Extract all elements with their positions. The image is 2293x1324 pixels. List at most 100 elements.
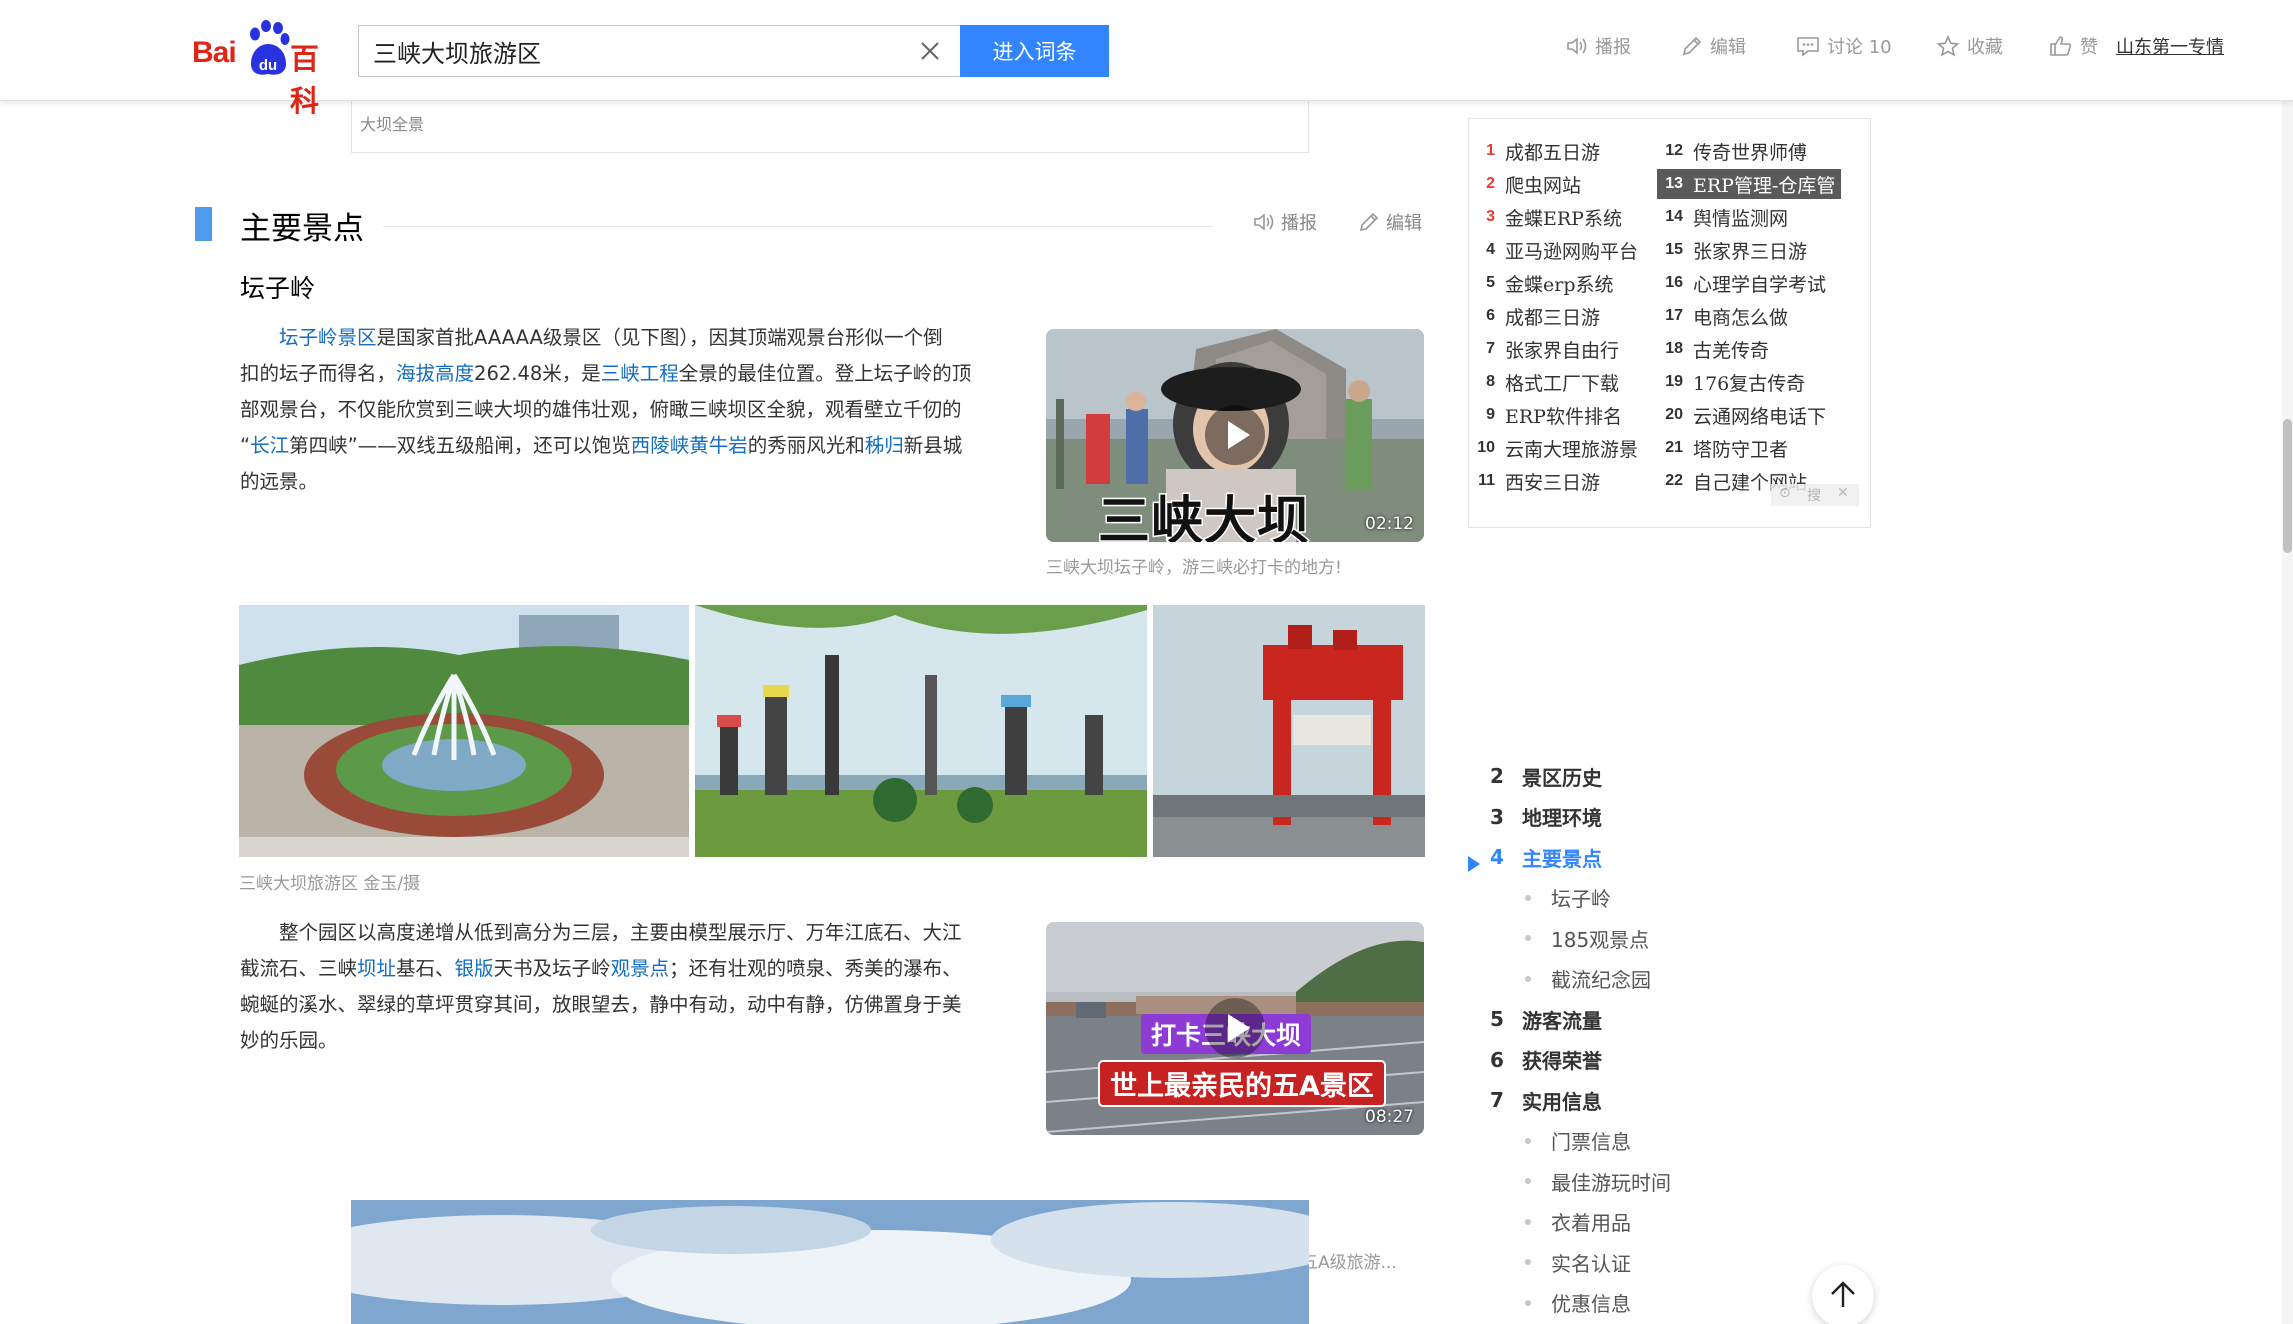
toc-section-item[interactable]: 7 实用信息 bbox=[1468, 1084, 1602, 1116]
bullet-icon bbox=[1525, 894, 1531, 901]
toc-subsection-item[interactable]: 实名认证 bbox=[1525, 1246, 1631, 1278]
toc-section-item[interactable]: 2 景区历史 bbox=[1468, 760, 1602, 792]
toc-section-item[interactable]: 5 游客流量 bbox=[1468, 1003, 1602, 1035]
hot-search-rank: 13 bbox=[1665, 175, 1683, 192]
toc-subsection-item[interactable]: 门票信息 bbox=[1525, 1125, 1631, 1157]
hot-search-item[interactable]: 4 亚马逊网购平台 bbox=[1469, 235, 1638, 265]
scrollbar[interactable] bbox=[2282, 101, 2293, 1324]
hot-search-item[interactable]: 17 电商怎么做 bbox=[1657, 301, 1788, 331]
toc-label: 优惠信息 bbox=[1551, 1292, 1631, 1316]
ad-close-icon[interactable]: ✕ bbox=[1837, 485, 1849, 501]
sky-image[interactable] bbox=[351, 1200, 1309, 1324]
hot-search-item[interactable]: 20 云通网络电话下 bbox=[1657, 400, 1826, 430]
discuss-label: 讨论 10 bbox=[1827, 37, 1892, 58]
link-yangtze[interactable]: 长江 bbox=[250, 434, 289, 457]
toc-subsection-item[interactable]: 坛子岭 bbox=[1525, 882, 1611, 914]
section-broadcast-button[interactable]: 播报 bbox=[1253, 209, 1317, 235]
toc-section-item[interactable]: 3 地理环境 bbox=[1468, 801, 1602, 833]
hot-search-item[interactable]: 18 古羌传奇 bbox=[1657, 334, 1769, 364]
toc-label: 游客流量 bbox=[1522, 1008, 1602, 1033]
paragraph-line: 妙的乐园。 bbox=[240, 1029, 338, 1052]
search-input[interactable] bbox=[373, 26, 893, 76]
paragraph-line: “长江第四峡”——双线五级船闸，还可以饱览西陵峡黄牛岩的秀丽风光和秭归新县城 bbox=[240, 428, 1020, 464]
like-button[interactable]: 赞 bbox=[2049, 30, 2098, 62]
hot-search-text: 格式工厂下载 bbox=[1505, 372, 1620, 395]
link-zigui[interactable]: 秭归 bbox=[865, 434, 904, 457]
toc-number: 6 bbox=[1490, 1047, 1504, 1072]
link-three-gorges-project[interactable]: 三峡工程 bbox=[601, 362, 679, 385]
text: 天书及坛子岭 bbox=[493, 957, 611, 980]
gallery-image-crane[interactable] bbox=[1153, 605, 1425, 857]
hot-search-rank: 4 bbox=[1486, 241, 1495, 258]
hot-search-item[interactable]: 6 成都三日游 bbox=[1469, 301, 1600, 331]
link-silver-tablet[interactable]: 银版 bbox=[455, 957, 494, 980]
hot-search-item[interactable]: 14 舆情监测网 bbox=[1657, 202, 1788, 232]
special-link[interactable]: 山东第一专情 bbox=[2116, 30, 2224, 62]
baidu-baike-logo[interactable]: Bai du 百科 bbox=[192, 18, 342, 118]
link-viewpoint[interactable]: 观景点 bbox=[611, 957, 670, 980]
hot-search-item[interactable]: 1 成都五日游 bbox=[1469, 136, 1600, 166]
video-player-1[interactable]: 三峡大坝 02:12 bbox=[1046, 329, 1424, 542]
section-marker bbox=[195, 207, 212, 241]
section-broadcast-label: 播报 bbox=[1281, 213, 1317, 234]
hot-search-item[interactable]: 2 爬虫网站 bbox=[1469, 169, 1581, 199]
toc-section-item[interactable]: 6 获得荣誉 bbox=[1468, 1044, 1602, 1076]
toc-subsection-item[interactable]: 优惠信息 bbox=[1525, 1287, 1631, 1319]
toc-subsection-item[interactable]: 185观景点 bbox=[1525, 922, 1649, 954]
hot-search-item[interactable]: 13 ERP管理-仓库管 bbox=[1657, 169, 1842, 199]
discuss-button[interactable]: 讨论 10 bbox=[1796, 30, 1892, 62]
video-overlay-bottom: 世上最亲民的五A景区 bbox=[1098, 1060, 1386, 1107]
section-edit-button[interactable]: 编辑 bbox=[1358, 209, 1422, 235]
link-huangniu-rock[interactable]: 西陵峡黄牛岩 bbox=[631, 434, 748, 457]
toc-section-item[interactable]: 4 主要景点 bbox=[1468, 841, 1602, 873]
broadcast-button[interactable]: 播报 bbox=[1566, 30, 1631, 62]
scrollbar-thumb[interactable] bbox=[2283, 419, 2292, 553]
hot-search-item[interactable]: 3 金蝶ERP系统 bbox=[1469, 202, 1622, 232]
hot-search-text: 云通网络电话下 bbox=[1693, 405, 1827, 428]
hot-search-text: 舆情监测网 bbox=[1693, 207, 1789, 230]
hot-search-text: 西安三日游 bbox=[1505, 471, 1601, 494]
ad-info-icon[interactable]: ⊙ bbox=[1779, 485, 1791, 501]
gallery-image-fountain[interactable] bbox=[239, 605, 689, 857]
back-to-top-button[interactable] bbox=[1812, 1265, 1874, 1324]
play-icon[interactable] bbox=[1203, 403, 1267, 467]
toc-label: 最佳游玩时间 bbox=[1551, 1170, 1671, 1195]
hot-search-item[interactable]: 19 176复古传奇 bbox=[1657, 367, 1805, 397]
hot-search-item[interactable]: 8 格式工厂下载 bbox=[1469, 367, 1619, 397]
play-icon[interactable] bbox=[1203, 996, 1267, 1060]
paragraph-line: 截流石、三峡坝址基石、银版天书及坛子岭观景点；还有壮观的喷泉、秀美的瀑布、 bbox=[240, 951, 1020, 987]
bullet-icon bbox=[1525, 1218, 1531, 1225]
favorite-button[interactable]: 收藏 bbox=[1936, 30, 2003, 62]
toc-subsection-item[interactable]: 衣着用品 bbox=[1525, 1206, 1631, 1238]
hot-search-item[interactable]: 11 西安三日游 bbox=[1469, 466, 1600, 496]
hot-search-item[interactable]: 9 ERP软件排名 bbox=[1469, 400, 1622, 430]
hot-search-item[interactable]: 7 张家界自由行 bbox=[1469, 334, 1619, 364]
enter-entry-button[interactable]: 进入词条 bbox=[960, 25, 1109, 77]
link-tanziling[interactable]: 坛子岭景区 bbox=[279, 326, 377, 349]
hot-search-rank: 2 bbox=[1486, 175, 1495, 192]
toc-label: 衣着用品 bbox=[1551, 1211, 1631, 1235]
hot-search-item[interactable]: 5 金蝶erp系统 bbox=[1469, 268, 1613, 298]
like-label: 赞 bbox=[2080, 37, 2098, 58]
video-duration: 02:12 bbox=[1365, 514, 1414, 534]
link-dam-site[interactable]: 坝址 bbox=[357, 957, 396, 980]
hot-search-item[interactable]: 15 张家界三日游 bbox=[1657, 235, 1807, 265]
clear-icon[interactable] bbox=[917, 38, 943, 64]
gallery-image-pillars[interactable] bbox=[695, 605, 1147, 857]
video-player-2[interactable]: 打卡三峡大坝 世上最亲民的五A景区 08:27 bbox=[1046, 922, 1424, 1135]
hot-search-text: 爬虫网站 bbox=[1505, 174, 1582, 197]
toc-subsection-item[interactable]: 最佳游玩时间 bbox=[1525, 1165, 1671, 1197]
link-altitude[interactable]: 海拔高度 bbox=[396, 362, 474, 385]
toc-subsection-item[interactable]: 截流纪念园 bbox=[1525, 963, 1651, 995]
hot-search-item[interactable]: 16 心理学自学考试 bbox=[1657, 268, 1826, 298]
ad-controls[interactable]: ⊙ 搜 ✕ bbox=[1771, 484, 1859, 506]
edit-button[interactable]: 编辑 bbox=[1681, 30, 1746, 62]
hot-search-item[interactable]: 10 云南大理旅游景 bbox=[1469, 433, 1638, 463]
logo-baike-text: 百科 bbox=[290, 42, 319, 118]
hot-search-item[interactable]: 21 塔防守卫者 bbox=[1657, 433, 1788, 463]
section-divider bbox=[383, 226, 1213, 227]
search-box bbox=[358, 25, 960, 77]
main-content: 大坝全景 主要景点 播报 编辑 坛子岭 坛子岭景区是国家首批AAAAA级景区（见… bbox=[195, 101, 1425, 1324]
hot-search-rank: 7 bbox=[1486, 340, 1495, 357]
hot-search-item[interactable]: 12 传奇世界师傅 bbox=[1657, 136, 1807, 166]
